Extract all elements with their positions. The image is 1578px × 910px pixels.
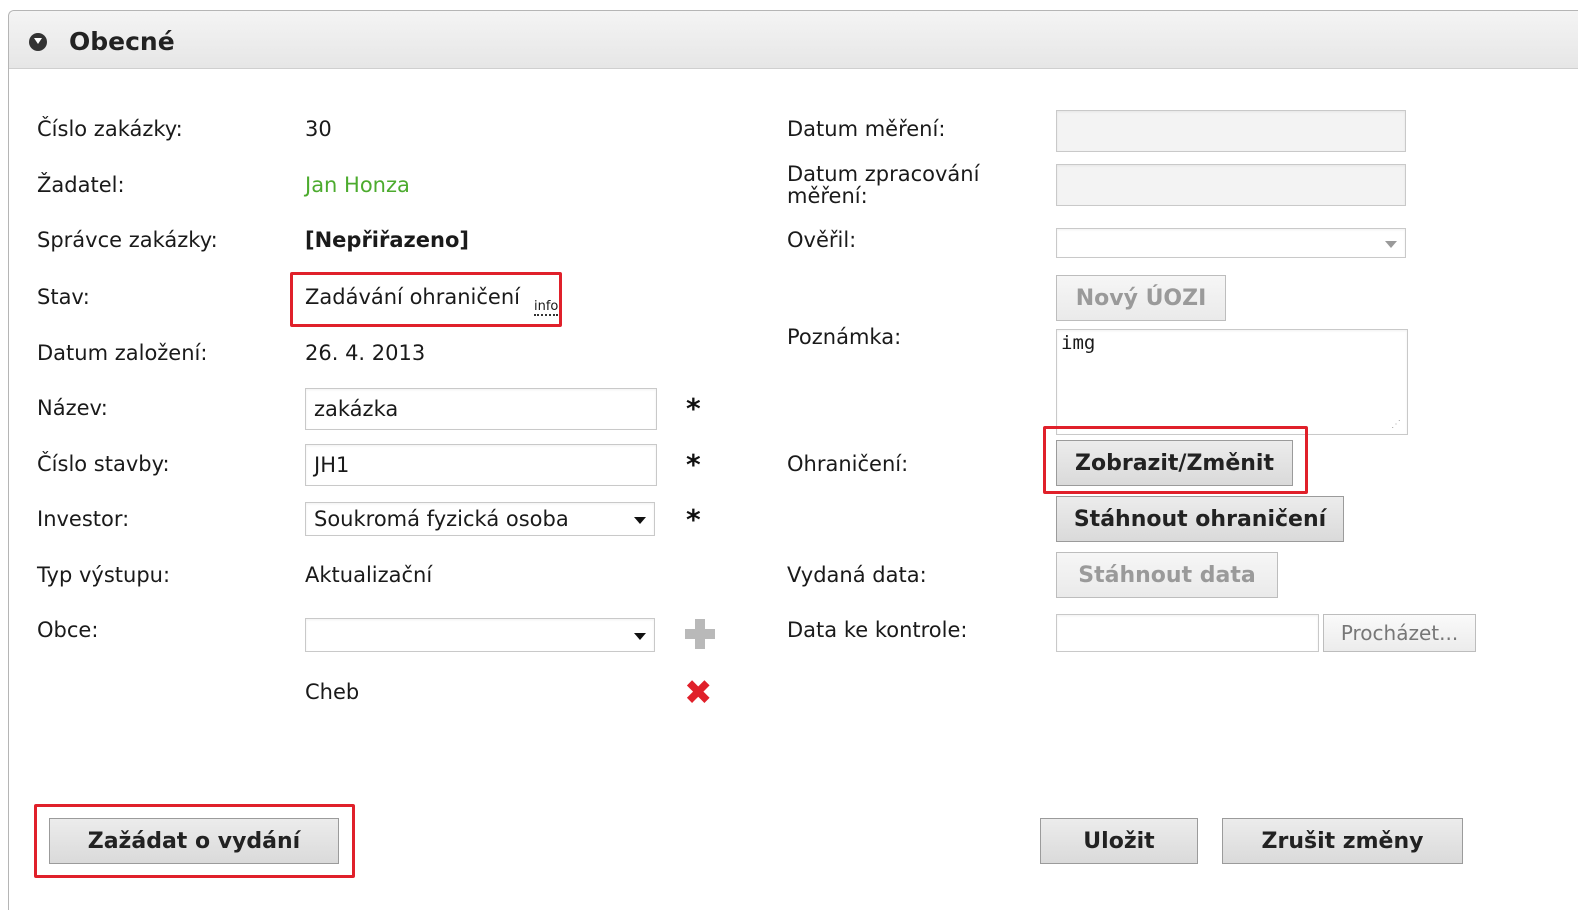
municipalities-label: Obce:	[37, 618, 99, 642]
measurement-date-input[interactable]	[1056, 110, 1406, 152]
request-issue-highlight-box	[34, 804, 355, 878]
investor-select-value: Soukromá fyzická osoba	[314, 507, 569, 531]
verified-by-select[interactable]	[1056, 228, 1406, 258]
download-boundary-button[interactable]: Stáhnout ohraničení	[1056, 496, 1344, 542]
building-number-required-mark: *	[686, 448, 701, 481]
order-manager-label: Správce zakázky:	[37, 228, 218, 252]
chevron-down-icon	[1385, 241, 1397, 248]
resize-grip-icon[interactable]: ⋰	[1391, 419, 1401, 430]
order-number-value: 30	[305, 117, 332, 141]
building-number-label: Číslo stavby:	[37, 452, 170, 476]
name-required-mark: *	[686, 392, 701, 425]
panel-title: Obecné	[69, 27, 175, 56]
municipalities-select[interactable]	[305, 618, 655, 652]
chevron-down-icon	[634, 633, 646, 640]
delete-municipality-icon[interactable]: ✖	[684, 676, 713, 710]
note-text: img	[1061, 332, 1096, 354]
output-type-label: Typ výstupu:	[37, 563, 171, 587]
status-highlight-box	[290, 272, 562, 327]
panel-header[interactable]: Obecné	[9, 11, 1578, 69]
processing-date-input[interactable]	[1056, 164, 1406, 206]
issued-data-label: Vydaná data:	[787, 563, 927, 587]
building-number-input[interactable]: JH1	[305, 444, 657, 486]
data-to-check-file-input[interactable]	[1056, 614, 1319, 652]
name-label: Název:	[37, 396, 108, 420]
created-date-label: Datum založení:	[37, 341, 208, 365]
investor-label: Investor:	[37, 507, 130, 531]
name-input[interactable]: zakázka	[305, 388, 657, 430]
municipality-item: Cheb	[305, 680, 360, 704]
collapse-toggle-icon[interactable]	[29, 33, 47, 51]
boundary-label: Ohraničení:	[787, 452, 909, 476]
order-number-label: Číslo zakázky:	[37, 117, 183, 141]
created-date-value: 26. 4. 2013	[305, 341, 426, 365]
note-textarea[interactable]: img ⋰	[1056, 329, 1408, 435]
data-to-check-label: Data ke kontrole:	[787, 618, 968, 642]
processing-date-label: Datum zpracování měření:	[787, 163, 979, 207]
applicant-label: Žadatel:	[37, 173, 125, 197]
note-label: Poznámka:	[787, 325, 902, 349]
status-label: Stav:	[37, 285, 90, 309]
output-type-value: Aktualizační	[305, 563, 433, 587]
new-uozi-button[interactable]: Nový ÚOZI	[1056, 275, 1226, 321]
download-data-button[interactable]: Stáhnout data	[1056, 552, 1278, 598]
processing-date-label-line2: měření:	[787, 184, 868, 208]
verified-by-label: Ověřil:	[787, 228, 857, 252]
browse-button[interactable]: Procházet...	[1323, 614, 1476, 652]
investor-required-mark: *	[686, 503, 701, 536]
applicant-link[interactable]: Jan Honza	[305, 173, 410, 197]
order-manager-value: [Nepřiřazeno]	[305, 228, 469, 252]
processing-date-label-line1: Datum zpracování	[787, 162, 980, 186]
chevron-down-icon	[634, 517, 646, 524]
investor-select[interactable]: Soukromá fyzická osoba	[305, 502, 655, 536]
boundary-highlight-box	[1043, 426, 1308, 494]
cancel-changes-button[interactable]: Zrušit změny	[1222, 818, 1463, 864]
add-municipality-icon[interactable]	[685, 619, 715, 649]
measurement-date-label: Datum měření:	[787, 117, 946, 141]
save-button[interactable]: Uložit	[1040, 818, 1198, 864]
